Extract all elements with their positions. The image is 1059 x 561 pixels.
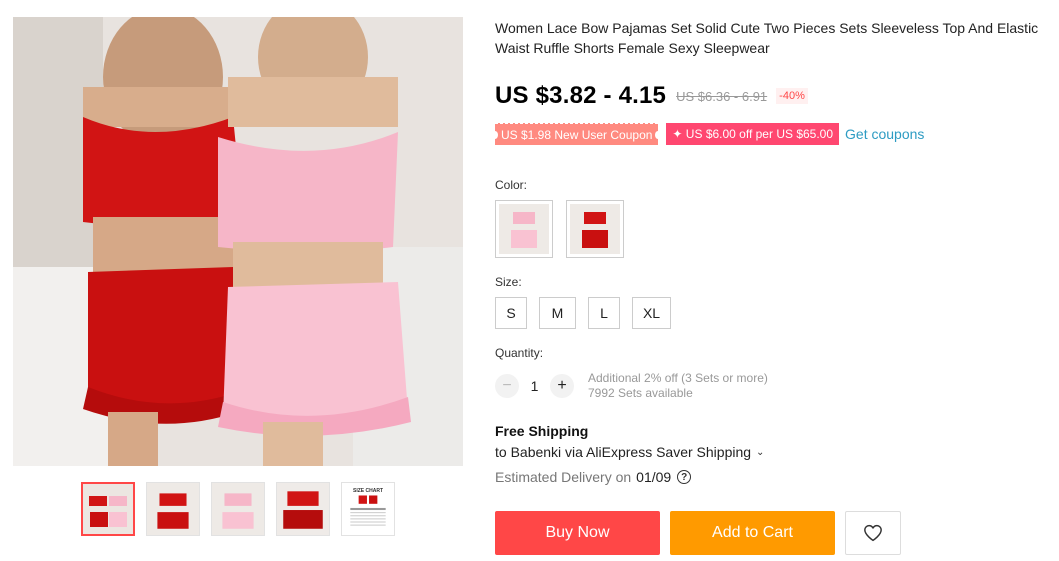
- store-coupon[interactable]: ✦ US $6.00 off per US $65.00: [666, 123, 840, 145]
- discount-badge: -40%: [776, 88, 808, 104]
- quantity-stepper: − 1 + Additional 2% off (3 Sets or more)…: [495, 371, 768, 401]
- shipping-method-selector[interactable]: to Babenki via AliExpress Saver Shipping…: [495, 444, 764, 460]
- thumbnail-2[interactable]: [146, 482, 200, 536]
- color-option-pink[interactable]: [495, 200, 553, 258]
- delivery-date: 01/09: [636, 469, 672, 485]
- size-option-s[interactable]: S: [495, 297, 527, 329]
- quantity-label: Quantity:: [495, 346, 544, 360]
- product-main-image[interactable]: [13, 17, 463, 466]
- wishlist-button[interactable]: [845, 511, 901, 555]
- shipping-title: Free Shipping: [495, 423, 589, 439]
- color-label: Color:: [495, 178, 528, 192]
- heart-icon: [864, 524, 882, 542]
- thumbnail-size-chart[interactable]: SIZE CHART: [341, 482, 395, 536]
- help-icon[interactable]: ?: [677, 470, 692, 484]
- bulk-offer-text: Additional 2% off (3 Sets or more): [588, 371, 768, 385]
- thumbnail-4[interactable]: [276, 482, 330, 536]
- buy-now-button[interactable]: Buy Now: [495, 511, 660, 555]
- add-to-cart-button[interactable]: Add to Cart: [670, 511, 835, 555]
- size-option-m[interactable]: M: [539, 297, 576, 329]
- color-options: [495, 200, 624, 258]
- size-chart-title: SIZE CHART: [353, 488, 383, 494]
- price-row: US $3.82 - 4.15 US $6.36 - 6.91 -40%: [495, 82, 808, 110]
- delivery-label: Estimated Delivery on: [495, 469, 632, 485]
- coupon-row: US $1.98 New User Coupon ✦ US $6.00 off …: [491, 123, 924, 145]
- new-user-coupon[interactable]: US $1.98 New User Coupon: [491, 123, 662, 145]
- product-title: Women Lace Bow Pajamas Set Solid Cute Tw…: [495, 20, 1039, 56]
- original-price: US $6.36 - 6.91: [676, 88, 768, 104]
- color-option-red[interactable]: [566, 200, 624, 258]
- thumbnail-3[interactable]: [211, 482, 265, 536]
- delivery-estimate: Estimated Delivery on 01/09 ?: [495, 469, 692, 485]
- quantity-value[interactable]: 1: [519, 378, 550, 394]
- quantity-increase-button[interactable]: +: [550, 374, 574, 398]
- quantity-decrease-button[interactable]: −: [495, 374, 519, 398]
- chevron-down-icon: ⌄: [756, 446, 765, 458]
- quantity-info: Additional 2% off (3 Sets or more) 7992 …: [588, 371, 768, 401]
- size-options: S M L XL: [495, 297, 683, 329]
- size-label: Size:: [495, 275, 522, 289]
- thumbnail-1[interactable]: [81, 482, 135, 536]
- size-option-xl[interactable]: XL: [632, 297, 671, 329]
- current-price: US $3.82 - 4.15: [495, 82, 667, 109]
- stock-available-text: 7992 Sets available: [588, 386, 693, 400]
- get-coupons-link[interactable]: Get coupons: [845, 126, 924, 142]
- size-option-l[interactable]: L: [588, 297, 620, 329]
- shipping-detail: to Babenki via AliExpress Saver Shipping: [495, 444, 752, 460]
- thumbnail-strip: SIZE CHART: [81, 482, 395, 536]
